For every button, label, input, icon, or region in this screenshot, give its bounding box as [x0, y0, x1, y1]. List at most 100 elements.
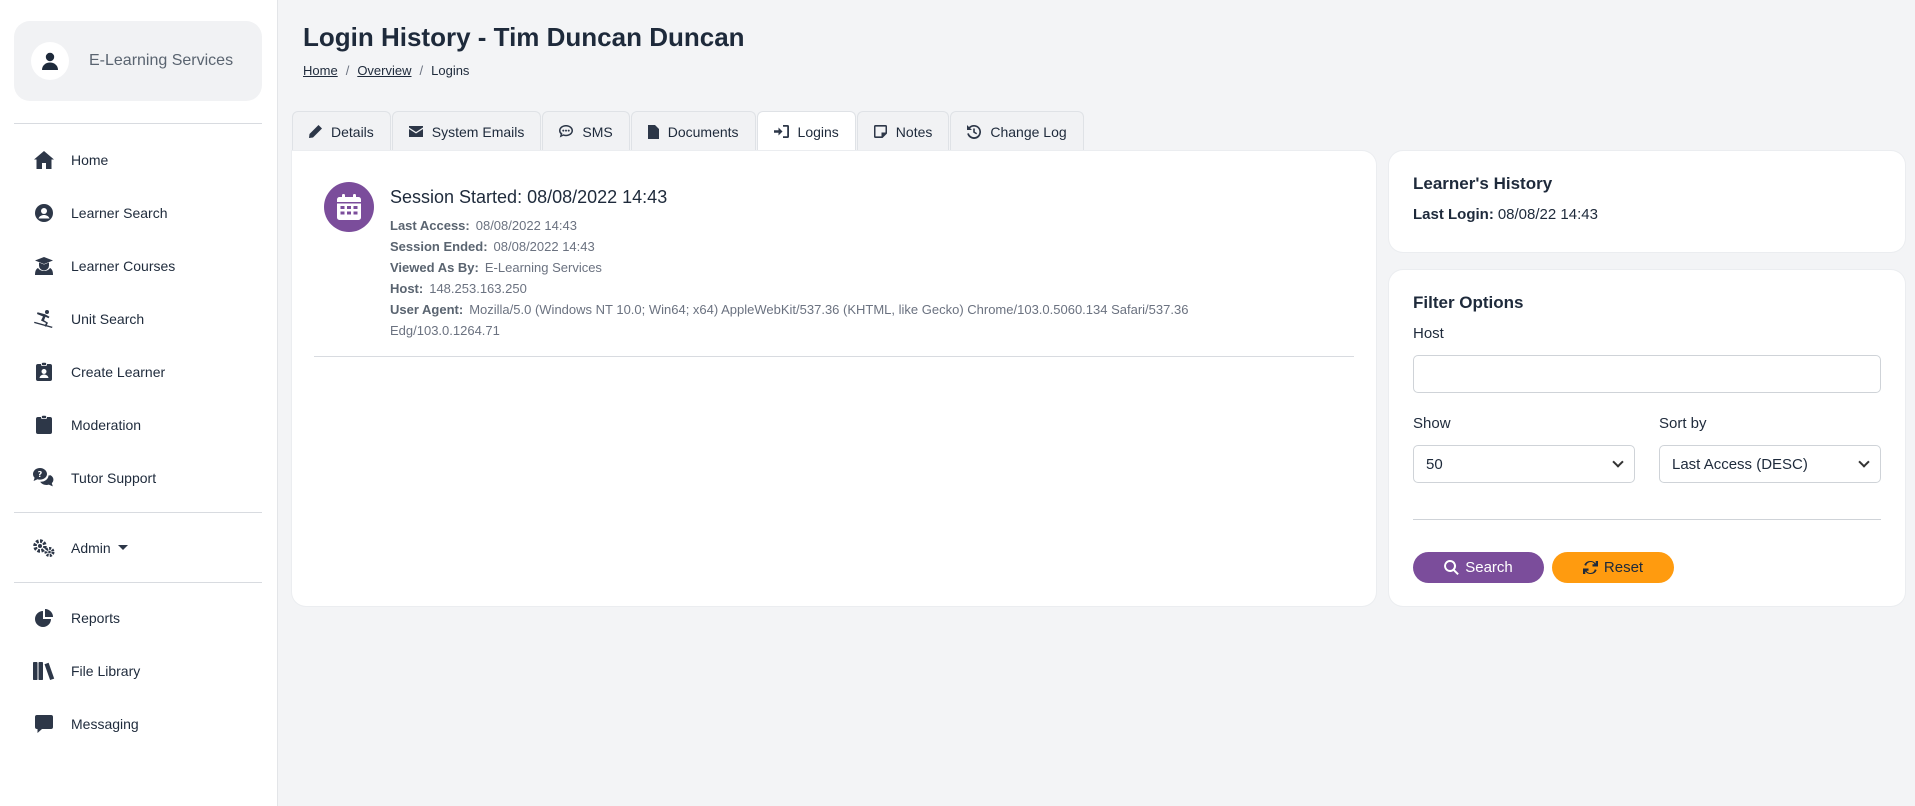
field-value: 08/08/2022 14:43 — [475, 218, 577, 233]
account-switcher[interactable]: E-Learning Services — [14, 21, 262, 101]
breadcrumb: Home / Overview / Logins — [303, 63, 469, 78]
sidebar-item-reports[interactable]: Reports — [14, 591, 262, 644]
session-field-viewed-as-by: Viewed As By: E-Learning Services — [390, 257, 1290, 278]
tab-documents[interactable]: Documents — [630, 111, 756, 151]
sidebar-item-label: Learner Courses — [71, 257, 176, 274]
session-details: Last Access: 08/08/2022 14:43 Session End… — [390, 215, 1290, 341]
comment-dots-icon — [559, 125, 574, 138]
learner-history-card: Learner's History Last Login: 08/08/22 14… — [1389, 151, 1905, 252]
login-history-panel: Session Started: 08/08/2022 14:43 Last A… — [292, 151, 1376, 606]
session-title: Session Started: 08/08/2022 14:43 — [390, 187, 668, 207]
filter-options-title: Filter Options — [1413, 293, 1524, 312]
sort-label: Sort by — [1659, 415, 1707, 432]
divider — [14, 512, 262, 513]
field-key: Viewed As By: — [390, 260, 479, 275]
refresh-icon — [1582, 560, 1598, 575]
sidebar-item-file-library[interactable]: File Library — [14, 644, 262, 697]
sign-in-icon — [773, 125, 789, 138]
search-button-label: Search — [1465, 559, 1513, 576]
tab-change-log[interactable]: Change Log — [950, 111, 1084, 151]
books-icon — [33, 660, 55, 682]
divider — [14, 123, 262, 124]
last-login: Last Login: 08/08/22 14:43 — [1413, 206, 1598, 223]
field-value: 148.253.163.250 — [429, 281, 527, 296]
tab-label: Details — [331, 123, 374, 140]
chevron-down-icon — [1612, 456, 1624, 468]
host-label: Host — [1413, 325, 1444, 342]
clipboard-icon — [33, 414, 55, 436]
sidebar-item-label: Admin — [71, 539, 111, 556]
user-circle-icon — [33, 202, 55, 224]
sidebar-item-label: Create Learner — [71, 363, 166, 380]
search-icon — [1444, 560, 1460, 575]
tab-label: Logins — [797, 123, 839, 140]
envelope-icon — [408, 126, 423, 137]
field-key: User Agent: — [390, 302, 464, 317]
field-key: Session Ended: — [390, 239, 488, 254]
tab-label: SMS — [582, 123, 613, 140]
sort-select[interactable]: Last Access (DESC) — [1659, 445, 1881, 483]
sidebar-item-unit-search[interactable]: Unit Search — [14, 292, 262, 345]
field-value: Mozilla/5.0 (Windows NT 10.0; Win64; x64… — [390, 302, 1189, 338]
divider — [14, 582, 262, 583]
tab-label: Documents — [667, 123, 739, 140]
sidebar-item-admin[interactable]: Admin — [14, 521, 262, 574]
sidebar-item-label: Learner Search — [71, 204, 168, 221]
reset-button[interactable]: Reset — [1552, 552, 1674, 583]
sidebar-item-learner-search[interactable]: Learner Search — [14, 186, 262, 239]
graduate-icon — [33, 255, 55, 277]
field-key: Last Access: — [390, 218, 470, 233]
svg-text:?: ? — [38, 470, 43, 479]
home-icon — [33, 149, 55, 171]
page-title: Login History - Tim Duncan Duncan — [303, 22, 745, 52]
session-field-host: Host: 148.253.163.250 — [390, 278, 1290, 299]
tab-label: System Emails — [431, 123, 525, 140]
tab-details[interactable]: Details — [292, 111, 391, 151]
chevron-down-icon — [1858, 456, 1870, 468]
field-key: Host: — [390, 281, 424, 296]
sidebar-item-tutor-support[interactable]: ? Tutor Support — [14, 451, 262, 504]
skiing-icon — [33, 308, 55, 330]
sidebar-item-home[interactable]: Home — [14, 133, 262, 186]
field-value: E-Learning Services — [484, 260, 602, 275]
caret-down-icon — [117, 545, 128, 550]
tab-system-emails[interactable]: System Emails — [391, 111, 542, 151]
sidebar-item-label: Unit Search — [71, 310, 145, 327]
field-value: 08/08/2022 14:43 — [493, 239, 595, 254]
host-input[interactable] — [1413, 355, 1881, 393]
clipboard-user-icon — [33, 361, 55, 383]
session-field-user-agent: User Agent: Mozilla/5.0 (Windows NT 10.0;… — [390, 299, 1290, 341]
filter-options-card: Filter Options Host Show 50 Sort by Last… — [1389, 270, 1905, 606]
sidebar-item-label: Messaging — [71, 715, 139, 732]
tab-notes[interactable]: Notes — [856, 111, 950, 151]
tab-sms[interactable]: SMS — [542, 111, 630, 151]
message-icon — [33, 713, 55, 735]
sidebar-item-label: Tutor Support — [71, 469, 157, 486]
tab-logins[interactable]: Logins — [756, 111, 856, 151]
sidebar-item-label: Reports — [71, 609, 121, 626]
pie-chart-icon — [33, 607, 55, 629]
sidebar-item-label: Home — [71, 151, 109, 168]
last-login-value: 08/08/22 14:43 — [1497, 206, 1598, 223]
show-label: Show — [1413, 415, 1451, 432]
sidebar-item-label: Moderation — [71, 416, 142, 433]
search-button[interactable]: Search — [1413, 552, 1544, 583]
tab-label: Change Log — [990, 123, 1067, 140]
sidebar-item-moderation[interactable]: Moderation — [14, 398, 262, 451]
divider — [314, 356, 1354, 357]
show-select[interactable]: 50 — [1413, 445, 1635, 483]
primary-nav: Home Learner Search Learner Courses Unit… — [14, 133, 262, 504]
sidebar-item-create-learner[interactable]: Create Learner — [14, 345, 262, 398]
breadcrumb-overview-link[interactable]: Overview — [357, 63, 411, 78]
comments-question-icon: ? — [33, 467, 55, 489]
learner-history-title: Learner's History — [1413, 174, 1553, 193]
breadcrumb-separator: / — [345, 63, 350, 78]
admin-nav: Admin — [14, 521, 262, 574]
user-icon — [31, 42, 69, 80]
sidebar-item-messaging[interactable]: Messaging — [14, 697, 262, 750]
secondary-nav: Reports File Library Messaging — [14, 591, 262, 750]
sort-select-value: Last Access (DESC) — [1672, 455, 1808, 473]
breadcrumb-home-link[interactable]: Home — [303, 63, 338, 78]
sidebar-item-learner-courses[interactable]: Learner Courses — [14, 239, 262, 292]
file-icon — [647, 124, 659, 139]
